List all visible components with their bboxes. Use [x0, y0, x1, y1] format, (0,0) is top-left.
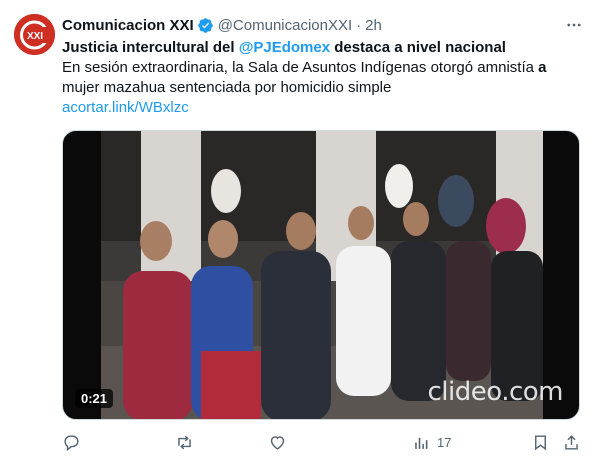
account-handle[interactable]: @ComunicacionXXI — [218, 17, 352, 34]
body-start: En sesión extraordinaria, la Sala de Asu… — [62, 59, 539, 76]
share-icon — [565, 434, 578, 450]
avatar-text: XXI — [27, 31, 43, 42]
body-bold: a — [538, 59, 547, 76]
brand-logo: XXI — [14, 14, 55, 55]
reply-icon — [64, 434, 79, 451]
views-count: 17 — [437, 434, 452, 450]
tweet-text: Justicia intercultural del @PJEdomex des… — [62, 38, 582, 118]
mention-link[interactable]: @PJEdomex — [239, 39, 330, 56]
body-end: mujer mazahua sentenciada por homicidio … — [62, 79, 392, 96]
video-duration-badge: 0:21 — [75, 389, 114, 408]
video-player[interactable]: 0:21 clideo.com — [62, 130, 580, 420]
retweet-button[interactable] — [175, 430, 194, 454]
like-button[interactable] — [268, 430, 287, 454]
avatar[interactable]: XXI — [14, 14, 55, 55]
views-icon — [415, 437, 428, 449]
action-bar: 17 — [62, 430, 584, 454]
tweet-header: Comunicacion XXI @ComunicacionXXI · 2h — [62, 14, 585, 36]
reply-button[interactable] — [62, 430, 81, 454]
account-name[interactable]: Comunicacion XXI — [62, 17, 194, 34]
bookmark-icon — [535, 434, 546, 450]
retweet-icon — [178, 435, 191, 449]
heart-icon — [270, 435, 285, 450]
tweet-title: Justicia intercultural del @PJEdomex des… — [62, 38, 582, 58]
title-start: Justicia intercultural del — [62, 39, 239, 56]
views-button[interactable]: 17 — [412, 430, 451, 454]
bookmark-button[interactable] — [531, 430, 550, 454]
more-options-icon[interactable] — [563, 14, 585, 36]
separator-dot: · — [356, 16, 362, 34]
verified-icon — [197, 17, 214, 34]
tweet-body: En sesión extraordinaria, la Sala de Asu… — [62, 58, 582, 98]
video-watermark: clideo.com — [427, 377, 564, 407]
short-link[interactable]: acortar.link/WBxlzc — [62, 99, 189, 116]
title-end: destaca a nivel nacional — [330, 39, 506, 56]
share-button[interactable] — [562, 430, 581, 454]
timestamp[interactable]: 2h — [365, 17, 382, 34]
